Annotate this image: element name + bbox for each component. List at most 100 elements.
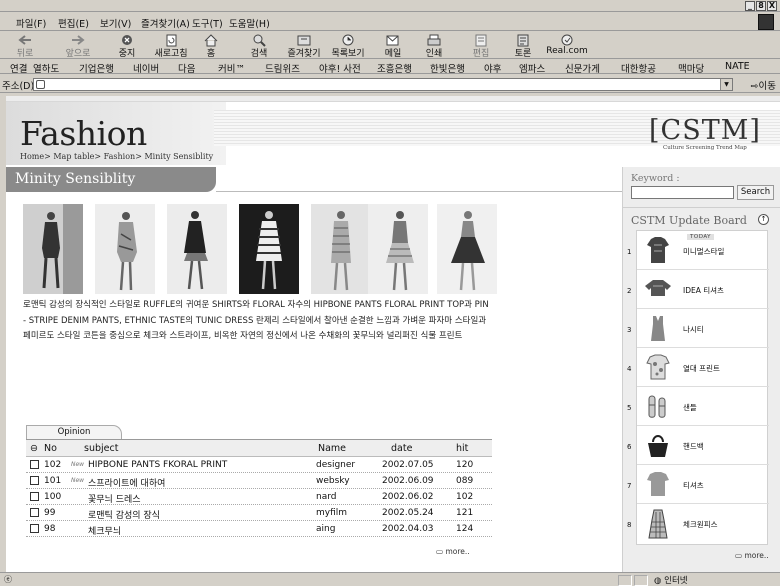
update-board-title: CSTM Update Board: [631, 214, 747, 227]
table-row[interactable]: 101 New 스프라이트에 대하여 websky 2002.06.09 089: [26, 473, 492, 489]
board-item-number: 7: [627, 482, 632, 490]
table-row[interactable]: 102 New HIPBONE PANTS FKORAL PRINT desig…: [26, 457, 492, 473]
history-button[interactable]: 목록보기: [326, 34, 370, 59]
search-icon: [251, 34, 267, 47]
menu-view[interactable]: 보기(V): [100, 16, 131, 30]
cell-subject[interactable]: 스프라이트에 대하여: [88, 476, 165, 489]
favorites-button[interactable]: 즐겨찾기: [282, 34, 326, 59]
board-more-link[interactable]: ▭ more..: [735, 551, 769, 560]
section-title: Minity Sensiblity: [15, 171, 136, 187]
mail-button[interactable]: 메일: [380, 34, 406, 59]
tanktop-thumbnail: [651, 316, 665, 341]
sidebar: Keyword : Search CSTM Update Board ↑ 1 T…: [622, 167, 780, 572]
link-item[interactable]: 엠파스: [519, 61, 545, 75]
edit-label: 편집: [472, 49, 490, 59]
board-item[interactable]: 6 핸드백: [627, 426, 769, 465]
row-checkbox[interactable]: [30, 508, 39, 517]
cstm-logo[interactable]: [CSTM] Culture Screening Trend Map: [649, 115, 761, 153]
link-item[interactable]: 한빛은행: [430, 61, 465, 75]
home-button[interactable]: 홈: [200, 34, 222, 59]
arrow-up-icon[interactable]: ↑: [758, 214, 769, 225]
cell-name: myfilm: [316, 508, 348, 518]
forward-arrow-icon: [70, 34, 86, 47]
col-subject: subject: [84, 443, 119, 454]
tab-opinion[interactable]: Opinion: [26, 425, 122, 439]
refresh-button[interactable]: 새로고침: [151, 34, 191, 59]
row-checkbox[interactable]: [30, 492, 39, 501]
board-item-label: 티셔츠: [683, 481, 704, 490]
link-item[interactable]: 드림위즈: [265, 61, 300, 75]
runway-photo[interactable]: [167, 204, 227, 294]
board-item[interactable]: 2 IDEA 티셔츠: [627, 270, 769, 309]
row-checkbox[interactable]: [30, 524, 39, 533]
link-item[interactable]: 야후! 사전: [319, 61, 361, 75]
link-item[interactable]: 열하도: [33, 61, 59, 75]
row-checkbox[interactable]: [30, 476, 39, 485]
cell-subject[interactable]: 로맨틱 감성의 장식: [88, 508, 160, 521]
opinion-more-link[interactable]: ▭ more..: [436, 547, 470, 556]
menu-tools[interactable]: 도구(T): [192, 16, 223, 30]
row-checkbox[interactable]: [30, 460, 39, 469]
table-row[interactable]: 100 꽃무늬 드레스 nard 2002.06.02 102: [26, 489, 492, 505]
address-dropdown-icon[interactable]: ▼: [720, 79, 732, 90]
address-input[interactable]: ▼: [33, 78, 733, 91]
menu-favorites[interactable]: 즐겨찾기(A): [141, 16, 190, 30]
menu-edit[interactable]: 편집(E): [58, 16, 89, 30]
table-row[interactable]: 99 로맨틱 감성의 장식 myfilm 2002.05.24 121: [26, 505, 492, 521]
link-item[interactable]: NATE: [725, 61, 750, 72]
keyword-input[interactable]: [631, 186, 734, 199]
link-item[interactable]: 맥마당: [678, 61, 704, 75]
col-no: No: [44, 443, 57, 454]
close-button[interactable]: X: [767, 1, 777, 11]
board-item[interactable]: 1 TODAY 미니멀스타일: [627, 231, 769, 270]
link-item[interactable]: 대한항공: [621, 61, 656, 75]
runway-photo[interactable]: [437, 204, 497, 294]
board-item[interactable]: 7 티셔츠: [627, 465, 769, 504]
runway-photo[interactable]: [239, 204, 299, 294]
stop-button[interactable]: 중지: [113, 34, 141, 59]
menu-help[interactable]: 도움말(H): [229, 16, 270, 30]
breadcrumb[interactable]: Home> Map table> Fashion> Minity Sensibl…: [20, 152, 213, 161]
select-all-icon[interactable]: ⊖: [30, 443, 38, 454]
stop-label: 중지: [118, 49, 136, 59]
runway-photo[interactable]: [23, 204, 83, 294]
search-button[interactable]: 검색: [245, 34, 273, 59]
link-item[interactable]: 야후: [484, 61, 501, 75]
runway-photo[interactable]: [95, 204, 155, 294]
board-item[interactable]: 3 나시티: [627, 309, 769, 348]
keyword-label: Keyword :: [631, 173, 680, 184]
board-item[interactable]: 4 열대 프린트: [627, 348, 769, 387]
refresh-icon: [163, 34, 179, 47]
link-item[interactable]: 신문가게: [565, 61, 600, 75]
board-item-label: 나시티: [683, 325, 704, 334]
discuss-button[interactable]: 토론: [510, 34, 536, 59]
link-item[interactable]: 커비™: [218, 61, 245, 75]
board-item-number: 3: [627, 326, 632, 334]
menu-file[interactable]: 파일(F): [16, 16, 46, 30]
cell-hit: 089: [456, 476, 474, 486]
cell-subject[interactable]: HIPBONE PANTS FKORAL PRINT: [88, 460, 227, 470]
link-item[interactable]: 조흥은행: [377, 61, 412, 75]
board-item-number: 8: [627, 521, 632, 529]
table-row[interactable]: 98 체크무늬 aing 2002.04.03 124: [26, 521, 492, 537]
link-item[interactable]: 기업은행: [79, 61, 114, 75]
runway-photo[interactable]: [368, 204, 428, 294]
back-button[interactable]: 뒤로: [10, 34, 40, 59]
realcom-button[interactable]: Real.com: [546, 34, 588, 56]
maximize-button[interactable]: 8: [756, 1, 766, 11]
forward-button[interactable]: 앞으로: [60, 34, 96, 59]
stop-icon: [119, 34, 135, 47]
link-item[interactable]: 네이버: [133, 61, 159, 75]
edit-button[interactable]: 편집: [468, 34, 494, 59]
cell-subject[interactable]: 체크무늬: [88, 524, 121, 537]
search-submit-button[interactable]: Search: [737, 185, 774, 200]
minimize-button[interactable]: _: [745, 1, 755, 11]
link-item[interactable]: 다음: [178, 61, 195, 75]
runway-photo[interactable]: [311, 204, 371, 294]
cell-subject[interactable]: 꽃무늬 드레스: [88, 492, 141, 505]
internet-zone: ◍ 인터넷: [654, 574, 688, 586]
print-button[interactable]: 인쇄: [421, 34, 447, 59]
board-item[interactable]: 5 샌들: [627, 387, 769, 426]
board-item[interactable]: 8 체크원피스: [627, 504, 769, 543]
go-button[interactable]: ⇨이동: [751, 78, 776, 92]
